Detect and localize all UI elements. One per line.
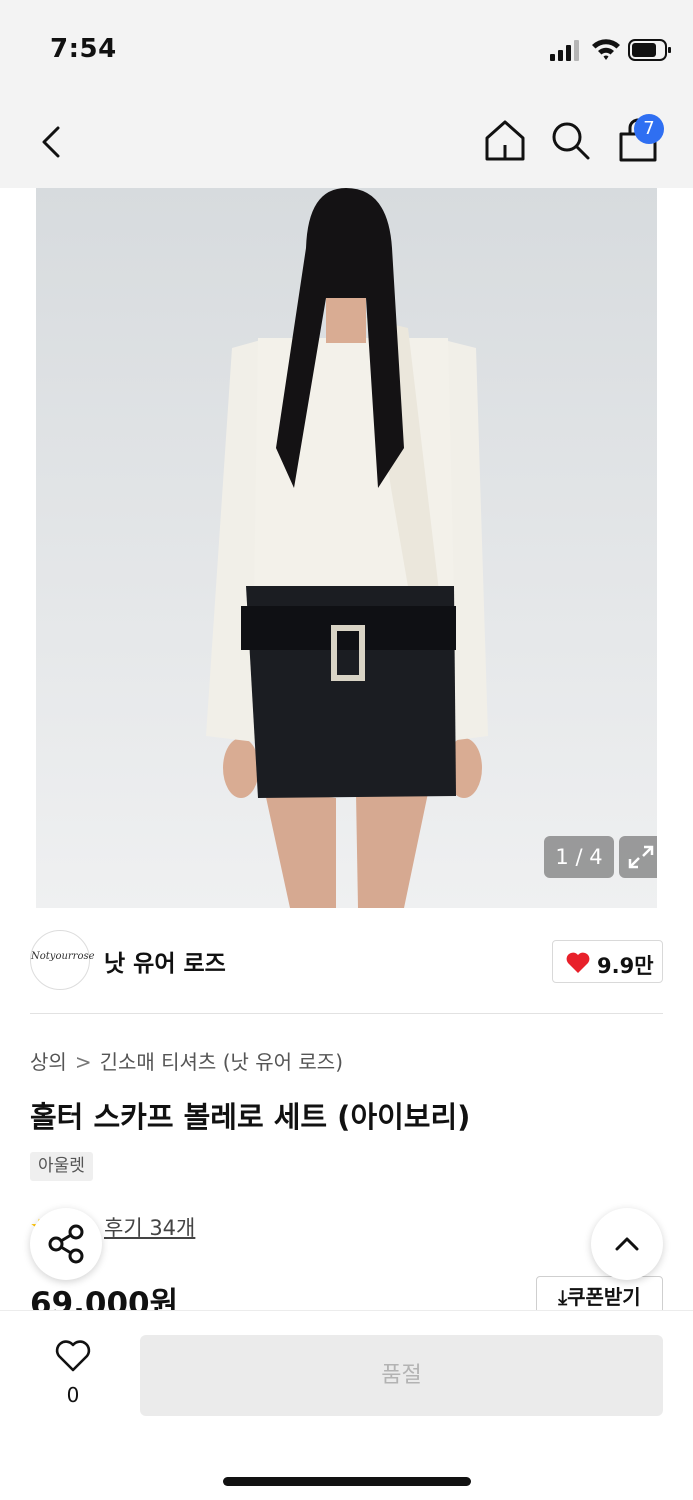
top-nav: 7 — [0, 100, 693, 188]
brand-like-count: 9.9만 — [597, 954, 654, 978]
top-area: 7:54 7 — [0, 0, 693, 188]
chevron-up-icon — [615, 1237, 639, 1251]
brand-like-button[interactable]: 9.9만 — [552, 940, 663, 983]
product-image[interactable]: 1 / 4 — [36, 188, 657, 908]
cart-button[interactable]: 7 — [612, 114, 668, 166]
share-icon — [48, 1224, 84, 1264]
back-icon[interactable] — [30, 118, 74, 166]
brand-name[interactable]: 낫 유어 로즈 — [104, 944, 226, 978]
brand-row: Notyourrose 낫 유어 로즈 9.9만 — [30, 930, 663, 992]
breadcrumb: 상의 > 긴소매 티셔츠 (낫 유어 로즈) — [30, 1046, 343, 1075]
wishlist-button[interactable]: 0 — [50, 1335, 96, 1407]
status-time: 7:54 — [50, 34, 117, 64]
divider — [30, 1013, 663, 1014]
product-photo — [36, 188, 657, 908]
wifi-icon — [592, 39, 620, 60]
product-title: 홀터 스카프 볼레로 세트 (아이보리) — [30, 1100, 471, 1134]
review-link[interactable]: 후기 34개 — [104, 1212, 195, 1242]
expand-button[interactable] — [619, 836, 657, 878]
brand-logo[interactable]: Notyourrose — [30, 930, 95, 990]
home-indicator — [223, 1477, 471, 1486]
brand-logo-text: Notyourrose — [31, 951, 95, 962]
search-icon[interactable] — [548, 118, 594, 164]
scroll-top-button[interactable] — [591, 1208, 663, 1280]
breadcrumb-separator: > — [74, 1050, 92, 1074]
outlet-tag: 아울렛 — [30, 1152, 93, 1181]
bottom-action-bar: 0 품절 — [0, 1310, 693, 1500]
breadcrumb-subcategory[interactable]: 긴소매 티셔츠 (낫 유어 로즈) — [100, 1050, 343, 1074]
battery-icon — [628, 39, 671, 61]
signal-icon — [550, 40, 579, 61]
home-icon[interactable] — [482, 118, 528, 164]
breadcrumb-category[interactable]: 상의 — [30, 1050, 67, 1074]
heart-outline-icon — [55, 1340, 91, 1372]
cart-count-badge: 7 — [634, 114, 664, 144]
heart-icon — [566, 952, 590, 973]
expand-icon — [628, 845, 654, 869]
wishlist-count: 0 — [66, 1383, 80, 1407]
image-counter: 1 / 4 — [544, 836, 614, 878]
soldout-button[interactable]: 품절 — [140, 1335, 663, 1416]
status-bar: 7:54 — [0, 0, 693, 100]
share-button[interactable] — [30, 1208, 102, 1280]
